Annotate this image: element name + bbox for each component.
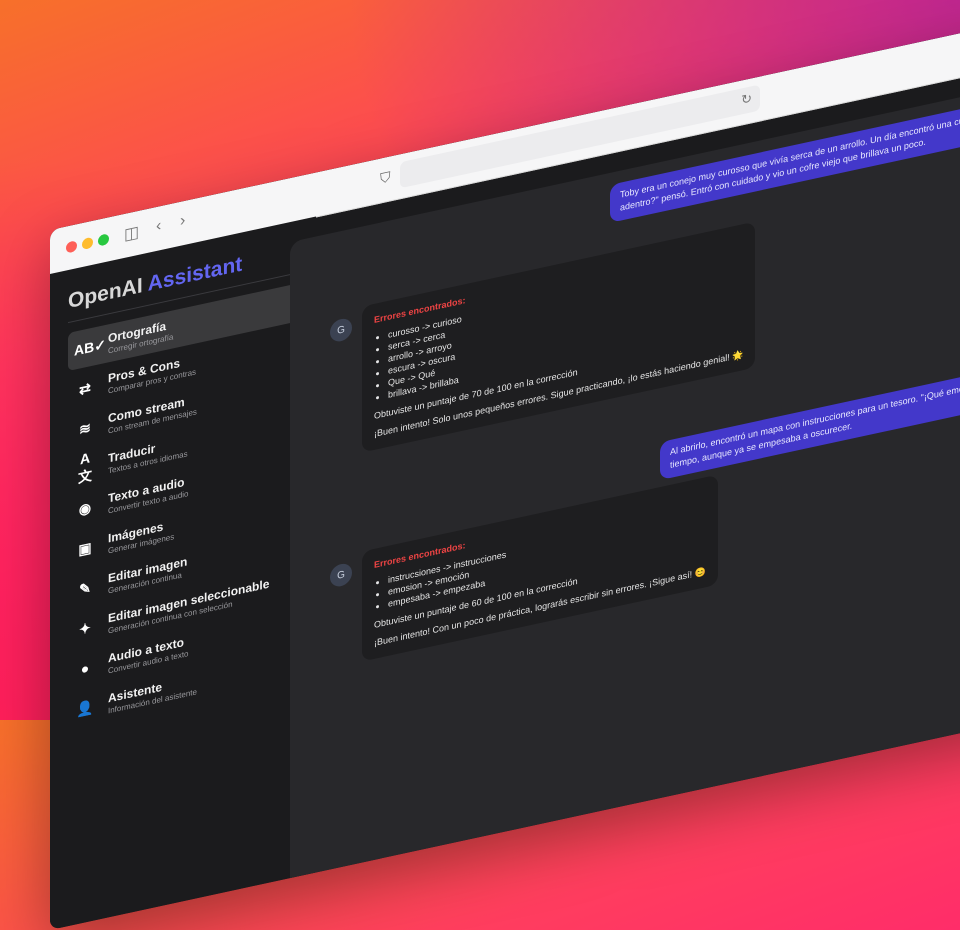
avatar: G	[330, 316, 352, 344]
chat-bubble-icon: ●	[80, 659, 90, 678]
sidebar: OpenAI Assistant AB✓ Ortografía Corregir o…	[50, 216, 316, 930]
forward-arrow-icon[interactable]: ›	[180, 212, 185, 231]
sidebar-toggle-icon[interactable]: ◫	[124, 222, 139, 245]
translate-icon: A文	[78, 449, 92, 486]
stream-waves-icon: ≋	[79, 418, 91, 438]
compare-arrows-icon: ⇄	[79, 378, 91, 398]
close-window-button[interactable]	[66, 240, 77, 254]
sidebar-nav: AB✓ Ortografía Corregir ortografía ⇄ Pros & …	[68, 283, 298, 731]
podcast-icon: ◉	[78, 498, 92, 518]
minimize-window-button[interactable]	[82, 236, 93, 251]
assistant-message: G Errores encontrados:curosso -> curiosos…	[330, 221, 756, 459]
avatar: G	[330, 561, 352, 589]
app-title-main: OpenAI	[68, 273, 143, 314]
app-title-accent: Assistant	[147, 252, 243, 296]
back-arrow-icon[interactable]: ‹	[156, 217, 161, 236]
image-icon: ▣	[78, 538, 92, 558]
reload-icon[interactable]: ↻	[741, 90, 752, 108]
assistant-bubble: Errores encontrados:instrucsiones -> ins…	[362, 474, 718, 662]
user-icon: 👤	[76, 698, 94, 718]
pencil-icon: ✎	[79, 578, 91, 598]
assistant-bubble: Errores encontrados:curosso -> curiosose…	[362, 221, 756, 453]
assistant-message: G Errores encontrados:instrucsiones -> in…	[330, 474, 718, 669]
maximize-window-button[interactable]	[98, 233, 109, 247]
shield-icon: ⛉	[380, 168, 391, 187]
spellcheck-icon: AB✓	[74, 335, 106, 359]
magic-wand-icon: ✦	[79, 618, 91, 638]
